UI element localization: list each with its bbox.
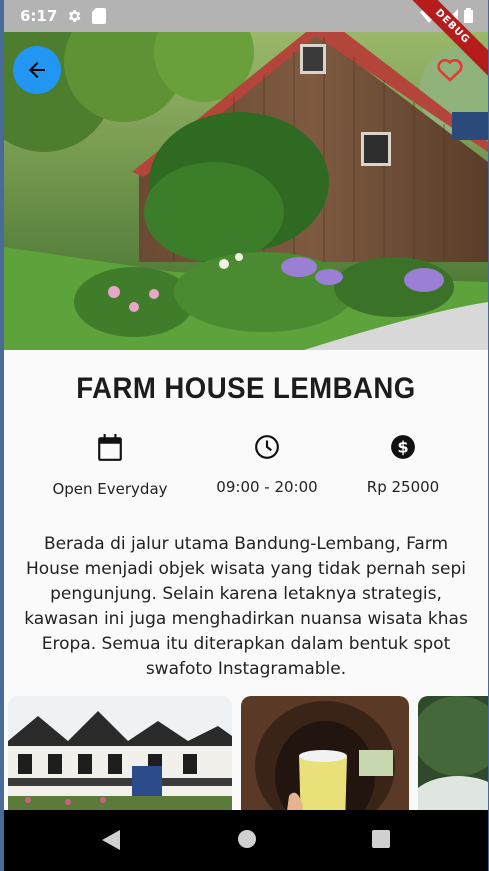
gallery-photo[interactable] (241, 696, 409, 810)
svg-text:$: $ (397, 437, 408, 456)
arrow-back-icon (29, 62, 45, 78)
back-button[interactable] (13, 46, 61, 94)
circle-home-icon (238, 830, 256, 848)
nav-back-button[interactable] (100, 828, 122, 856)
dollar-icon: $ (391, 435, 415, 459)
gallery-photo[interactable] (418, 696, 488, 810)
info-hours: 09:00 - 20:00 (197, 434, 337, 496)
square-recents-icon (372, 830, 390, 848)
photo-gallery[interactable] (4, 696, 488, 810)
hero-image (4, 32, 488, 350)
app-screen: 6:17 DEBUG FARM HOUSE LEMBANG Open Every… (4, 0, 488, 871)
system-nav-bar (4, 810, 488, 871)
clock-icon (255, 435, 279, 459)
settings-icon (66, 8, 82, 28)
info-price: $ Rp 25000 (333, 434, 473, 496)
info-price-label: Rp 25000 (366, 478, 440, 496)
nav-recents-button[interactable] (371, 829, 391, 853)
heart-outline-icon (437, 58, 463, 82)
place-title: FARM HOUSE LEMBANG (76, 372, 416, 405)
gallery-photo[interactable] (8, 696, 232, 810)
status-time: 6:17 (20, 7, 58, 25)
info-hours-label: 09:00 - 20:00 (216, 478, 318, 496)
calendar-icon (98, 434, 122, 461)
info-open-days: Open Everyday (40, 434, 180, 498)
triangle-back-icon (102, 830, 120, 850)
favorite-button[interactable] (436, 56, 464, 86)
status-bar: 6:17 (4, 0, 488, 32)
info-open-days-label: Open Everyday (52, 480, 168, 498)
nav-home-button[interactable] (237, 829, 257, 853)
sd-card-icon (92, 8, 106, 28)
place-description: Berada di jalur utama Bandung-Lembang, F… (24, 534, 468, 679)
battery-icon (464, 8, 473, 27)
